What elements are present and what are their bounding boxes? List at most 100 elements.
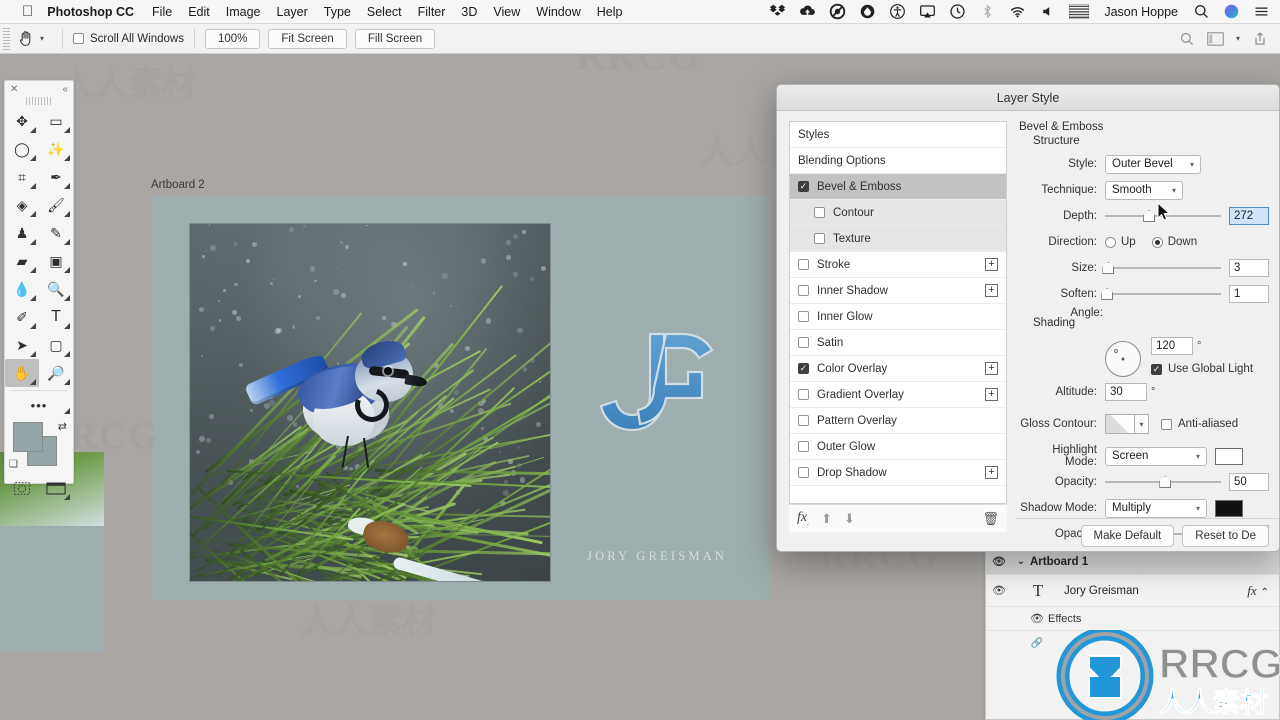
layer-group-artboard-1[interactable]: 👁 ⌄ Artboard 1 [986,549,1279,575]
style-checkbox[interactable] [798,467,809,478]
styles-list-column[interactable]: Styles Blending Options Bevel & Emboss Cont… [777,111,1015,551]
angle-dial[interactable] [1105,341,1141,377]
layer-name[interactable]: Jory Greisman [1064,585,1139,597]
make-default-button[interactable]: Make Default [1080,525,1175,547]
highlight-opacity-thumb[interactable] [1159,476,1172,488]
add-effect-icon[interactable]: + [985,258,998,271]
soften-value-input[interactable]: 1 [1229,285,1269,303]
style-dropdown[interactable]: Outer Bevel ▾ [1105,154,1201,174]
checkbox-box[interactable] [73,33,85,44]
dodge-tool-icon[interactable]: 🔍 [39,275,73,303]
link-icon[interactable]: 🔗 [1026,638,1048,649]
add-effect-icon[interactable]: + [985,388,998,401]
apple-icon[interactable]:  [22,4,33,19]
zoom-100-button[interactable]: 100% [204,28,261,49]
style-row-styles[interactable]: Styles [790,122,1006,148]
style-row-blending-options[interactable]: Blending Options [790,148,1006,174]
path-selection-tool-icon[interactable]: ➤ [5,331,39,359]
time-machine-icon[interactable] [949,3,966,20]
share-icon[interactable] [1252,30,1268,47]
add-effect-icon[interactable]: + [985,362,998,375]
style-row-outer-glow[interactable]: Outer Glow [790,434,1006,460]
options-bar-grip[interactable] [3,27,10,50]
style-checkbox[interactable] [798,259,809,270]
depth-slider-thumb[interactable] [1143,210,1156,222]
add-effect-icon[interactable]: + [985,284,998,297]
brush-tool-icon[interactable]: 🖌 [39,191,73,219]
style-checkbox[interactable] [798,389,809,400]
menu-item-3d[interactable]: 3D [461,5,477,19]
radio-up[interactable] [1105,236,1116,248]
style-checkbox[interactable] [798,285,809,296]
tools-panel[interactable]: ✕ « ✥ ▭ ◯ ✨ ⌗ ✒ ◈ 🖌 ♟ ✎ ▰ ▣ 💧 🔍 ✐ T ➤ ▢ ✋ 🔎 ••• ⇄ ❏ [4,80,74,500]
default-colors-icon[interactable]: ❏ [9,459,18,470]
fx-icon[interactable]: fx. [797,510,809,527]
menu-item-help[interactable]: Help [597,5,623,19]
menu-item-layer[interactable]: Layer [277,5,308,19]
search-icon[interactable] [1193,3,1210,20]
menu-item-edit[interactable]: Edit [188,5,210,19]
soften-slider-thumb[interactable] [1101,288,1114,300]
dashlane-icon[interactable] [859,3,876,20]
size-slider[interactable] [1102,259,1221,277]
volume-icon[interactable] [1039,3,1056,20]
accessibility-icon[interactable] [889,3,906,20]
tools-panel-grip[interactable] [26,97,52,105]
swap-colors-icon[interactable]: ⇄ [58,420,67,433]
highlight-opacity-input[interactable]: 50 [1229,473,1269,491]
gradient-tool-icon[interactable]: ▣ [39,247,73,275]
cloud-upload-icon[interactable] [799,3,816,20]
pen-tool-icon[interactable]: ✐ [5,303,39,331]
keyboard-flag-icon[interactable] [1069,3,1090,20]
history-brush-tool-icon[interactable]: ✎ [39,219,73,247]
anti-aliased-checkbox[interactable]: Anti-aliased [1161,418,1238,430]
hand-tool-icon[interactable] [14,27,38,51]
gloss-contour-chevron-icon[interactable]: ▾ [1135,414,1149,434]
search-icon[interactable] [1179,31,1195,47]
color-swatches[interactable]: ⇄ ❏ [5,418,73,472]
style-row-gradient-overlay[interactable]: Gradient Overlay + [790,382,1006,408]
style-checkbox[interactable] [798,337,809,348]
soften-slider[interactable] [1101,285,1221,303]
dialog-title-bar[interactable]: Layer Style [777,85,1279,111]
radio-down[interactable] [1151,236,1163,248]
reset-to-default-button[interactable]: Reset to De [1182,525,1269,547]
rectangle-tool-icon[interactable]: ▢ [39,331,73,359]
gloss-contour-field[interactable]: Gloss Contour: ▾ Anti-aliased [1019,413,1269,435]
fill-screen-button[interactable]: Fill Screen [354,28,436,49]
shadow-color-swatch[interactable] [1215,499,1243,517]
style-row-color-overlay[interactable]: Color Overlay + [790,356,1006,382]
depth-value-input[interactable]: 272 [1229,207,1269,225]
layer-style-dialog[interactable]: Layer Style Styles Blending Options Bevel … [776,84,1280,552]
use-global-light-checkbox[interactable]: ✓ Use Global Light [1151,363,1253,375]
style-checkbox[interactable] [798,311,809,322]
angle-value-input[interactable]: 120 [1151,337,1193,355]
layer-row-effects[interactable]: 👁 Effects [986,607,1279,631]
eye-icon[interactable]: 👁 [986,584,1012,597]
style-checkbox[interactable] [798,181,809,192]
effect-settings-column[interactable]: Bevel & Emboss Structure Style: Outer Be… [1015,111,1279,551]
menu-item-select[interactable]: Select [367,5,402,19]
jg-logo[interactable] [588,326,728,446]
technique-field[interactable]: Technique: Smooth ▾ [1019,179,1269,201]
menu-item-filter[interactable]: Filter [418,5,446,19]
style-row-pattern-overlay[interactable]: Pattern Overlay [790,408,1006,434]
layer-row-text[interactable]: 👁 T Jory Greisman fx ⌃ [986,575,1279,607]
control-center-icon[interactable] [1253,3,1270,20]
style-row-texture[interactable]: Texture [790,226,1006,252]
gloss-contour-preview[interactable] [1105,414,1135,434]
artboard-2-label[interactable]: Artboard 2 [151,179,205,191]
menu-item-file[interactable]: File [152,5,172,19]
jory-greisman-signature[interactable]: JORY GREISMAN [587,549,727,564]
style-row-inner-glow[interactable]: Inner Glow [790,304,1006,330]
foreground-color-swatch[interactable] [13,422,43,452]
shadow-mode-field[interactable]: Shadow Mode: Multiply ▾ [1019,497,1269,519]
scroll-all-windows-checkbox[interactable]: Scroll All Windows [73,33,184,45]
size-field[interactable]: Size: 3 [1019,257,1269,279]
siri-icon[interactable] [1223,3,1240,20]
crop-tool-icon[interactable]: ⌗ [5,163,39,191]
tool-grid[interactable]: ✥ ▭ ◯ ✨ ⌗ ✒ ◈ 🖌 ♟ ✎ ▰ ▣ 💧 🔍 ✐ T ➤ ▢ ✋ 🔎 [5,107,73,387]
menu-item-type[interactable]: Type [324,5,351,19]
size-slider-thumb[interactable] [1102,262,1115,274]
hand-tool-icon[interactable]: ✋ [5,359,39,387]
